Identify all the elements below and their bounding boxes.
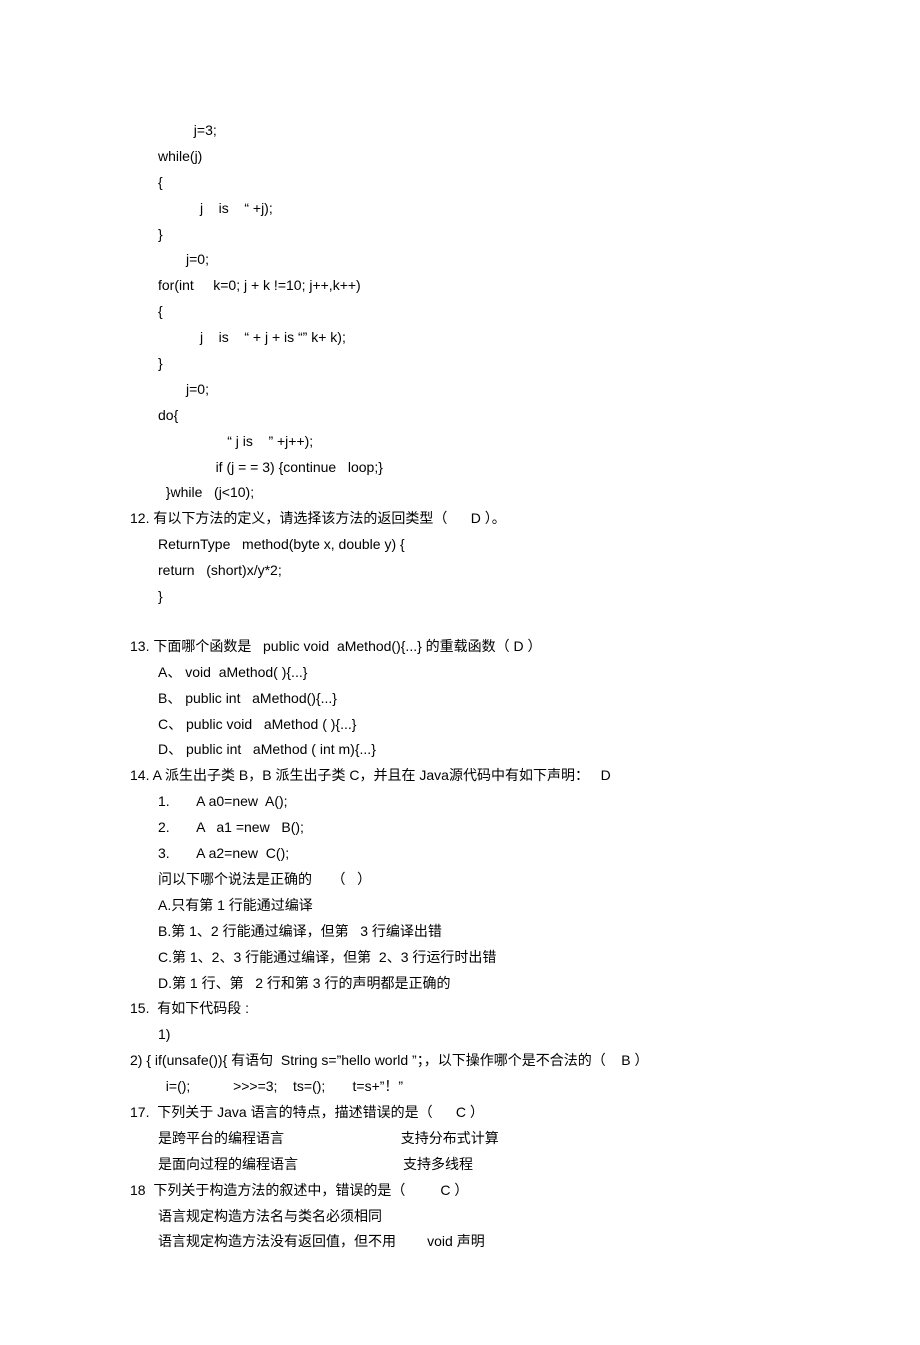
text-line: B.第 1、2 行能通过编译，但第 3 行编译出错 xyxy=(130,919,790,945)
text-line: 是面向过程的编程语言 支持多线程 xyxy=(130,1152,790,1178)
text-line: for(int k=0; j + k !=10; j++,k++) xyxy=(130,273,790,299)
text-line: 2) { if(unsafe()){ 有语句 String s=”hello w… xyxy=(130,1048,790,1074)
text-line: 13. 下面哪个函数是 public void aMethod(){...} 的… xyxy=(130,634,790,660)
text-line: B、 public int aMethod(){...} xyxy=(130,686,790,712)
text-line: 14. A 派生出子类 B，B 派生出子类 C，并且在 Java源代码中有如下声… xyxy=(130,763,790,789)
text-line: A、 void aMethod( ){...} xyxy=(130,660,790,686)
text-line: while(j) xyxy=(130,144,790,170)
text-line: D.第 1 行、第 2 行和第 3 行的声明都是正确的 xyxy=(130,971,790,997)
text-line: 语言规定构造方法没有返回值，但不用 void 声明 xyxy=(130,1229,790,1255)
text-line: } xyxy=(130,222,790,248)
text-line: j is “ +j); xyxy=(130,196,790,222)
text-line: 3. A a2=new C(); xyxy=(130,841,790,867)
text-line: i=(); >>>=3; ts=(); t=s+”！” xyxy=(130,1074,790,1100)
text-line: j=0; xyxy=(130,247,790,273)
text-line: 18 下列关于构造方法的叙述中，错误的是（ C ） xyxy=(130,1178,790,1204)
text-line: }while (j<10); xyxy=(130,480,790,506)
text-line: 1) xyxy=(130,1022,790,1048)
text-line: A.只有第 1 行能通过编译 xyxy=(130,893,790,919)
text-line: ReturnType method(byte x, double y) { xyxy=(130,532,790,558)
document-body: j=3;while(j){j is “ +j);}j=0;for(int k=0… xyxy=(130,118,790,1255)
text-line: do{ xyxy=(130,403,790,429)
text-line: “ j is ” +j++); xyxy=(130,429,790,455)
text-line: j=0; xyxy=(130,377,790,403)
text-line: 2. A a1 =new B(); xyxy=(130,815,790,841)
text-line: 是跨平台的编程语言 支持分布式计算 xyxy=(130,1126,790,1152)
text-line: j=3; xyxy=(130,118,790,144)
text-line: 15. 有如下代码段 : xyxy=(130,996,790,1022)
text-line: { xyxy=(130,299,790,325)
text-line: { xyxy=(130,170,790,196)
text-line: j is “ + j + is “” k+ k); xyxy=(130,325,790,351)
text-line: 1. A a0=new A(); xyxy=(130,789,790,815)
text-line: 17. 下列关于 Java 语言的特点，描述错误的是（ C ） xyxy=(130,1100,790,1126)
text-line: C.第 1、2、3 行能通过编译，但第 2、3 行运行时出错 xyxy=(130,945,790,971)
text-line: 问以下哪个说法是正确的 （ ） xyxy=(130,867,790,893)
text-line: D、 public int aMethod ( int m){...} xyxy=(130,737,790,763)
text-line: } xyxy=(130,351,790,377)
text-line: C、 public void aMethod ( ){...} xyxy=(130,712,790,738)
text-line: 12. 有以下方法的定义，请选择该方法的返回类型（ D ）。 xyxy=(130,506,790,532)
text-line xyxy=(130,610,790,634)
text-line: if (j = = 3) {continue loop;} xyxy=(130,455,790,481)
text-line: 语言规定构造方法名与类名必须相同 xyxy=(130,1204,790,1230)
text-line: return (short)x/y*2; xyxy=(130,558,790,584)
text-line: } xyxy=(130,584,790,610)
